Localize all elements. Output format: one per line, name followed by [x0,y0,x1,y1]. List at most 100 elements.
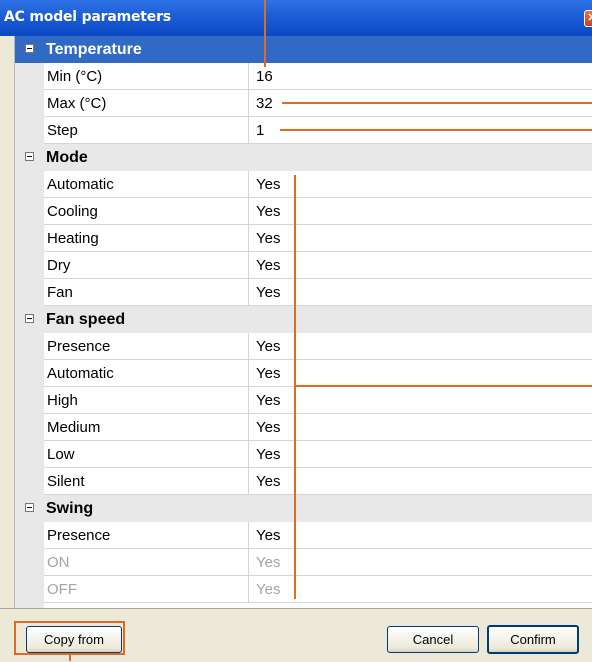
row-gutter [15,171,44,198]
property-value[interactable]: Yes [256,365,280,382]
property-value[interactable]: Yes [256,203,280,220]
property-value[interactable]: Yes [256,257,280,274]
property-row-heating[interactable]: Heating Yes [15,225,592,252]
property-value[interactable]: Yes [256,284,280,301]
value-cell [249,171,592,198]
property-value[interactable]: Yes [256,527,280,544]
property-value[interactable]: Yes [256,473,280,490]
row-gutter [15,279,44,306]
row-gutter [15,414,44,441]
close-button[interactable]: ✕ [584,10,592,27]
category-label: Fan speed [46,311,126,328]
property-value: Yes [256,581,281,598]
confirm-label: Confirm [510,632,556,647]
property-row-cooling[interactable]: Cooling Yes [15,198,592,225]
property-row-low[interactable]: Low Yes [15,441,592,468]
dialog-window: AC model parameters ✕ Temperature Min (°… [0,0,592,662]
value-cell [249,252,592,279]
category-swing[interactable]: Swing [15,495,592,522]
collapse-icon[interactable] [25,503,34,512]
row-gutter [15,441,44,468]
property-value[interactable]: Yes [256,419,280,436]
property-name: Heating [47,230,99,247]
row-gutter [15,117,44,144]
name-cell [44,549,249,576]
category-label: Swing [46,500,94,517]
annotation-line-min [264,0,266,67]
annotation-line-values [294,175,296,599]
annotation-line-step [280,129,592,131]
property-grid: Temperature Min (°C) 16 Max (°C) 32 Step… [14,36,592,608]
property-row-dry[interactable]: Dry Yes [15,252,592,279]
property-value[interactable]: Yes [256,392,280,409]
value-cell [249,387,592,414]
row-gutter [15,225,44,252]
value-cell [249,360,592,387]
property-name: Presence [47,527,111,544]
row-gutter [15,333,44,360]
category-mode[interactable]: Mode [15,144,592,171]
value-cell [249,441,592,468]
property-value[interactable]: Yes [256,338,280,355]
value-cell [249,333,592,360]
confirm-button[interactable]: Confirm [487,625,579,654]
value-cell [249,63,592,90]
row-gutter [15,468,44,495]
collapse-icon[interactable] [25,314,34,323]
property-value: Yes [256,554,281,571]
collapse-icon[interactable] [25,152,34,161]
row-gutter [15,90,44,117]
value-cell [249,576,592,603]
value-cell [249,468,592,495]
property-value[interactable]: 16 [256,68,273,85]
row-gutter [15,63,44,90]
property-row-min[interactable]: Min (°C) 16 [15,63,592,90]
collapse-icon[interactable] [25,44,34,53]
row-gutter [15,576,44,603]
annotation-box-copy-from [14,621,125,655]
window-title: AC model parameters [4,9,171,25]
property-row-fan[interactable]: Fan Yes [15,279,592,306]
close-icon: ✕ [587,12,592,24]
category-temperature[interactable]: Temperature [15,36,592,63]
row-gutter [15,198,44,225]
row-gutter [15,549,44,576]
row-gutter [15,522,44,549]
property-value[interactable]: 1 [256,122,264,139]
value-cell [249,522,592,549]
property-value[interactable]: Yes [256,230,280,247]
category-label: Temperature [46,41,142,58]
cancel-label: Cancel [412,632,454,647]
value-cell [249,198,592,225]
property-value[interactable]: Yes [256,446,280,463]
title-bar[interactable]: AC model parameters ✕ [0,0,592,36]
property-name: Fan [47,284,73,301]
annotation-line-branch [294,385,592,387]
property-row-fan-presence[interactable]: Presence Yes [15,333,592,360]
value-cell [249,414,592,441]
row-gutter [15,387,44,414]
property-row-swing-presence[interactable]: Presence Yes [15,522,592,549]
property-name: High [47,392,78,409]
property-name: Cooling [47,203,98,220]
property-name: Presence [47,338,111,355]
property-value[interactable]: 32 [256,95,273,112]
property-name: Silent [47,473,85,490]
property-name: OFF [47,581,77,598]
cancel-button[interactable]: Cancel [387,626,479,653]
property-row-high[interactable]: High Yes [15,387,592,414]
name-cell [44,279,249,306]
category-fan-speed[interactable]: Fan speed [15,306,592,333]
property-row-mode-automatic[interactable]: Automatic Yes [15,171,592,198]
property-name: Automatic [47,365,114,382]
row-gutter [15,252,44,279]
property-name: Max (°C) [47,95,107,112]
property-name: Min (°C) [47,68,103,85]
value-cell [249,279,592,306]
property-row-medium[interactable]: Medium Yes [15,414,592,441]
property-row-silent[interactable]: Silent Yes [15,468,592,495]
property-name: Automatic [47,176,114,193]
property-row-fan-automatic[interactable]: Automatic Yes [15,360,592,387]
value-cell [249,549,592,576]
property-value[interactable]: Yes [256,176,280,193]
